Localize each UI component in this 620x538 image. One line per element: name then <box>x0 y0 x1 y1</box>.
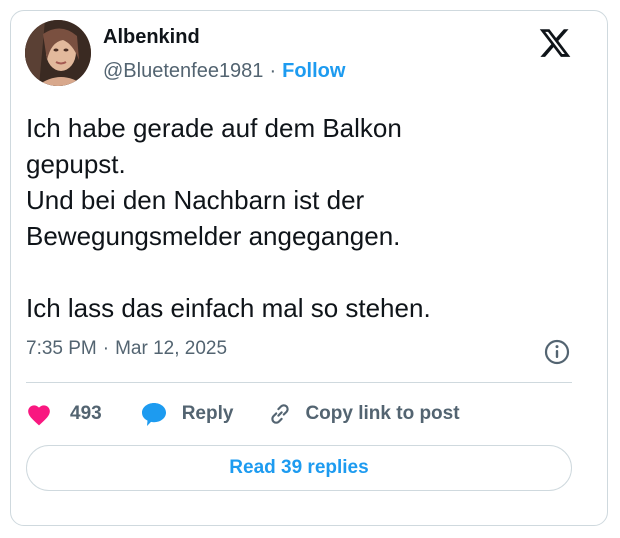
link-icon <box>271 404 290 424</box>
tweet-line: gepupst. <box>26 149 126 179</box>
tweet-line: Und bei den Nachbarn ist der <box>26 185 365 215</box>
author-handle[interactable]: @Bluetenfee1981 <box>103 60 263 82</box>
tweet-text: Ich habe gerade auf dem Balkon gepupst. … <box>26 110 574 326</box>
like-button[interactable]: 493 <box>26 402 102 426</box>
author-handle-row: @Bluetenfee1981 · Follow <box>103 60 345 83</box>
reply-label: Reply <box>181 403 234 424</box>
action-bar: 493 Reply Copy link to post <box>26 399 460 429</box>
read-replies-button[interactable]: Read 39 replies <box>26 445 572 491</box>
tweet-line: Ich habe gerade auf dem Balkon <box>26 113 402 143</box>
tweet-line: Bewegungsmelder angegangen. <box>26 221 401 251</box>
copy-link-label: Copy link to post <box>305 403 460 424</box>
reply-button[interactable]: Reply <box>140 401 234 427</box>
tweet-line-blank <box>26 254 574 290</box>
avatar-photo <box>25 20 91 86</box>
tweet-time: 7:35 PM <box>26 338 97 359</box>
timestamp-separator: · <box>102 338 110 359</box>
follow-button[interactable]: Follow <box>282 60 345 82</box>
x-logo-icon[interactable] <box>538 26 572 60</box>
tweet-timestamp[interactable]: 7:35 PM · Mar 12, 2025 <box>26 338 227 360</box>
divider <box>26 382 572 383</box>
tweet-line: Ich lass das einfach mal so stehen. <box>26 293 431 323</box>
tweet-date: Mar 12, 2025 <box>115 338 228 359</box>
author-avatar[interactable] <box>25 20 91 86</box>
copy-link-button[interactable]: Copy link to post <box>267 401 460 427</box>
handle-separator: · <box>269 60 277 82</box>
read-replies-label: Read 39 replies <box>229 457 369 478</box>
author-name[interactable]: Albenkind <box>103 26 200 49</box>
like-count: 493 <box>70 403 102 424</box>
info-icon[interactable] <box>544 339 570 365</box>
speech-bubble-icon <box>141 403 166 426</box>
heart-icon <box>28 405 50 426</box>
